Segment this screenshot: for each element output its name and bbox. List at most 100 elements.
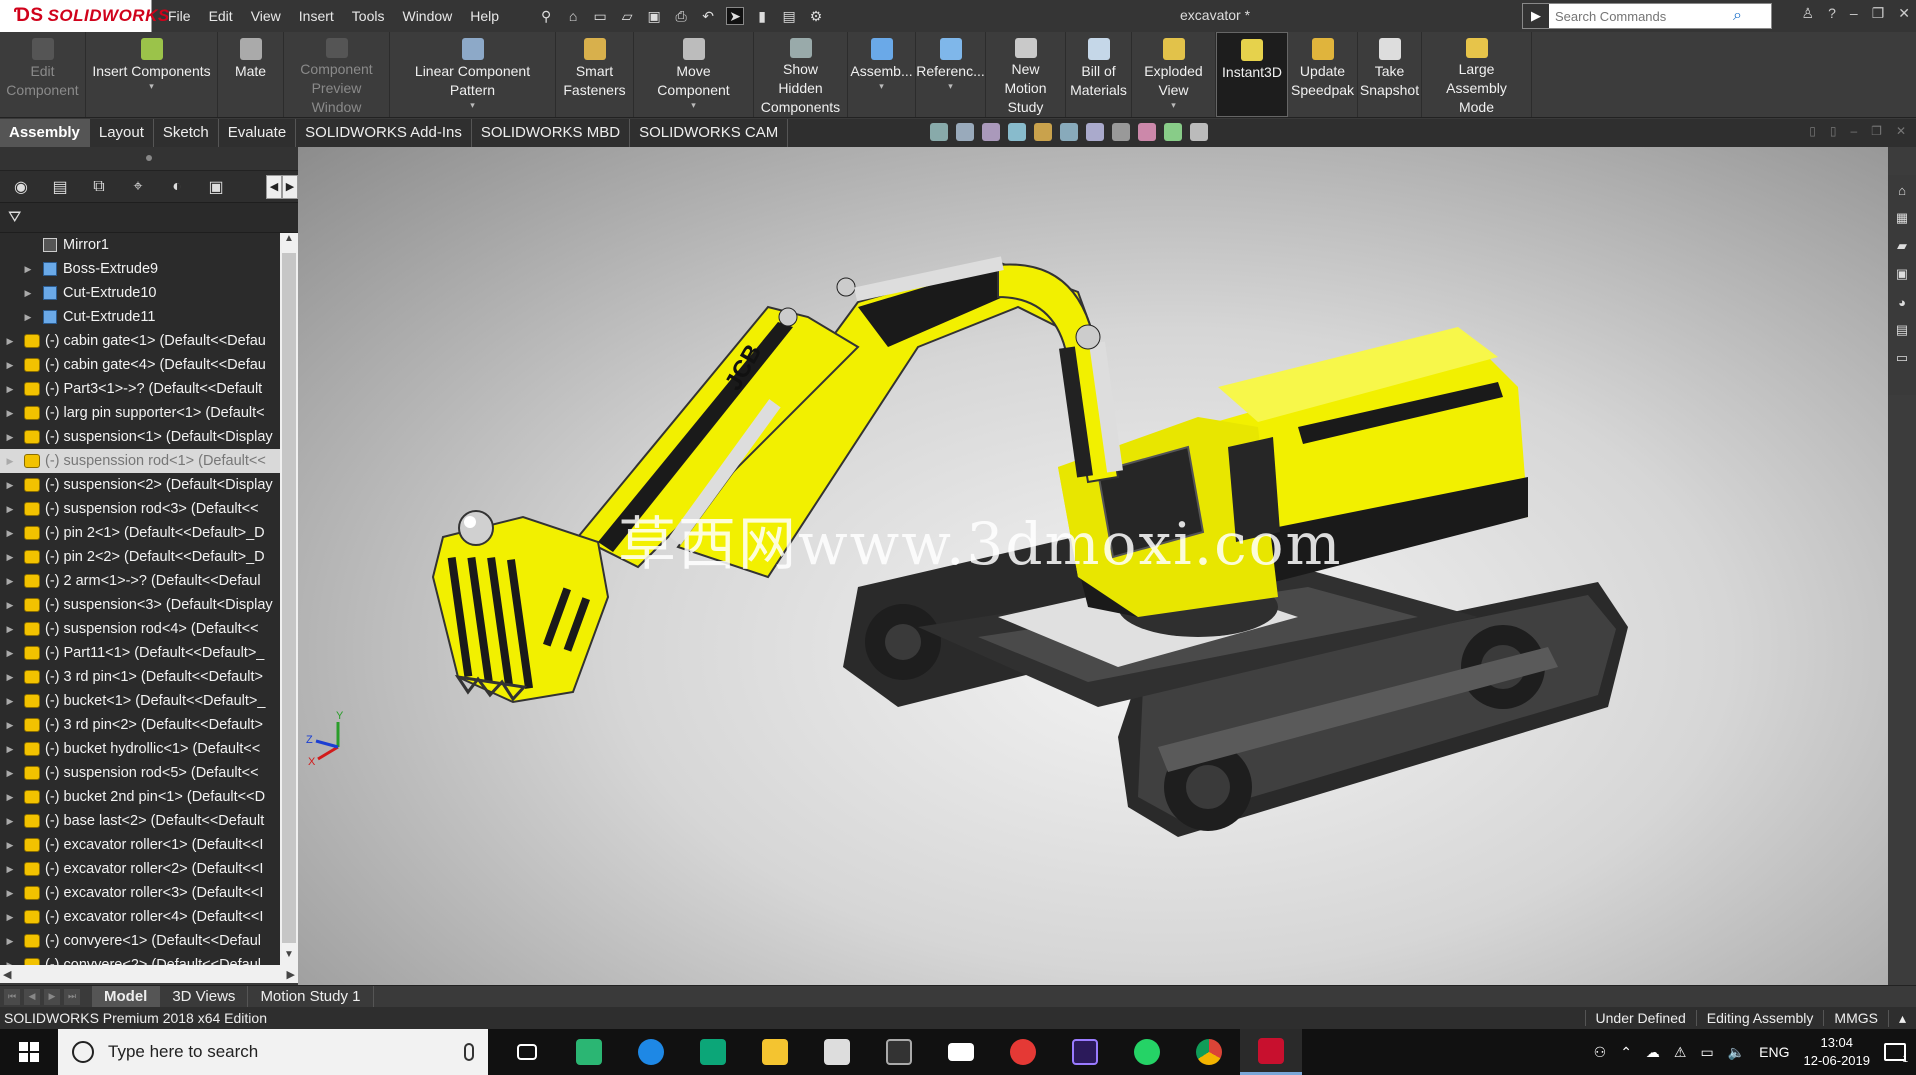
tree-row[interactable]: ▶ (-) Part3<1>->? (Default<<Default xyxy=(0,377,280,401)
dynamic-annotation-icon[interactable] xyxy=(1034,123,1052,141)
tree-row[interactable]: ▶ Boss-Extrude9 xyxy=(0,257,280,281)
tree-row[interactable]: ▶ (-) excavator roller<4> (Default<<I xyxy=(0,905,280,929)
print-icon[interactable]: ⎙ xyxy=(672,7,690,25)
tab-motion-study-1[interactable]: Motion Study 1 xyxy=(248,985,374,1008)
apply-scene-icon[interactable] xyxy=(1164,123,1182,141)
onedrive-icon[interactable]: ☁ xyxy=(1646,1044,1660,1061)
expand-arrow-icon[interactable]: ▶ xyxy=(3,336,17,347)
search-commands-input[interactable] xyxy=(1549,5,1729,27)
expand-arrow-icon[interactable]: ▶ xyxy=(3,816,17,827)
expand-arrow-icon[interactable]: ▶ xyxy=(3,792,17,803)
show-hidden-components-button[interactable]: Show Hidden Components xyxy=(754,32,848,117)
tree-row[interactable]: ▶ (-) convyere<1> (Default<<Defaul xyxy=(0,929,280,953)
whatsapp-button[interactable] xyxy=(1116,1029,1178,1075)
store-button[interactable] xyxy=(806,1029,868,1075)
solidworks-taskbar-button[interactable] xyxy=(1240,1029,1302,1075)
graphics-area[interactable]: JCB Y X Z 草西网www.3dmoxi.com xyxy=(298,147,1888,985)
language-indicator[interactable]: ENG xyxy=(1759,1044,1789,1060)
taskbar-search[interactable]: Type here to search xyxy=(58,1029,488,1075)
chevron-down-icon[interactable]: ▾ xyxy=(948,81,953,91)
expand-arrow-icon[interactable]: ▶ xyxy=(3,768,17,779)
tab-model[interactable]: Model xyxy=(92,985,161,1008)
hide-show-items-icon[interactable] xyxy=(1112,123,1130,141)
last-tab-icon[interactable]: ⏭ xyxy=(64,988,80,1005)
expand-arrow-icon[interactable]: ▶ xyxy=(3,696,17,707)
appearances-icon[interactable]: ◕ xyxy=(1893,293,1911,311)
expand-arrow-icon[interactable]: ▶ xyxy=(3,480,17,491)
units-selector[interactable]: MMGS xyxy=(1823,1010,1888,1026)
expand-arrow-icon[interactable]: ▶ xyxy=(3,912,17,923)
rebuild-icon[interactable]: ▮ xyxy=(753,7,771,25)
mate-button[interactable]: Mate xyxy=(218,32,284,117)
user-icon[interactable]: ♙ xyxy=(1802,5,1815,22)
menu-edit[interactable]: Edit xyxy=(209,8,233,24)
tree-row[interactable]: ▶ (-) suspension<1> (Default<Display xyxy=(0,425,280,449)
after-effects-button[interactable] xyxy=(1054,1029,1116,1075)
component-preview-window-button[interactable]: Component Preview Window xyxy=(284,32,390,117)
tree-row[interactable]: ▶ (-) suspension rod<4> (Default<< xyxy=(0,617,280,641)
move-component-button[interactable]: Move Component ▾ xyxy=(634,32,754,117)
scroll-left-arrow-icon[interactable]: ◀ xyxy=(3,968,11,981)
expand-arrow-icon[interactable]: ▶ xyxy=(21,312,35,323)
notification-center-icon[interactable]: 1 xyxy=(1884,1043,1908,1065)
chrome-button[interactable] xyxy=(1178,1029,1240,1075)
tree-row[interactable]: Mirror1 xyxy=(0,233,280,257)
expand-arrow-icon[interactable]: ▶ xyxy=(21,264,35,275)
show-hidden-icons-icon[interactable]: ⌃ xyxy=(1620,1044,1632,1061)
file-explorer-button[interactable] xyxy=(744,1029,806,1075)
expand-arrow-icon[interactable]: ▶ xyxy=(3,840,17,851)
tree-row[interactable]: ▶ (-) bucket 2nd pin<1> (Default<<D xyxy=(0,785,280,809)
tree-row[interactable]: ▶ (-) base last<2> (Default<<Default xyxy=(0,809,280,833)
solidworks-logo[interactable]: ƊS SOLIDWORKS xyxy=(0,0,169,32)
prev-tab-icon[interactable]: ◀ xyxy=(24,988,40,1005)
edge-button[interactable] xyxy=(620,1029,682,1075)
chevron-down-icon[interactable]: ▾ xyxy=(470,100,475,110)
volume-icon[interactable]: 🔈 xyxy=(1728,1044,1745,1061)
select-arrow-icon[interactable]: ➤ xyxy=(726,7,745,25)
tree-row[interactable]: ▶ (-) excavator roller<2> (Default<<I xyxy=(0,857,280,881)
tab-assembly[interactable]: Assembly xyxy=(0,119,90,147)
tree-row[interactable]: ▶ (-) Part11<1> (Default<<Default>_ xyxy=(0,641,280,665)
photos-button[interactable] xyxy=(682,1029,744,1075)
reference-geometry-button[interactable]: Referenc... ▾ xyxy=(916,32,986,117)
tree-row[interactable]: ▶ (-) suspension<2> (Default<Display xyxy=(0,473,280,497)
view-orientation-icon[interactable] xyxy=(1060,123,1078,141)
tree-row[interactable]: ▶ (-) 3 rd pin<2> (Default<<Default> xyxy=(0,713,280,737)
file-explorer-icon[interactable]: ▰ xyxy=(1893,237,1911,255)
expand-arrow-icon[interactable]: ▶ xyxy=(3,360,17,371)
tree-row[interactable]: ▶ (-) cabin gate<1> (Default<<Defau xyxy=(0,329,280,353)
instant3d-button[interactable]: Instant3D xyxy=(1216,32,1288,117)
menu-insert[interactable]: Insert xyxy=(299,8,334,24)
microphone-icon[interactable] xyxy=(464,1043,474,1061)
clock[interactable]: 13:04 12-06-2019 xyxy=(1804,1034,1871,1070)
expand-arrow-icon[interactable]: ▶ xyxy=(3,744,17,755)
tree-row[interactable]: ▶ (-) suspension<3> (Default<Display xyxy=(0,593,280,617)
tab-sketch[interactable]: Sketch xyxy=(154,119,219,147)
expand-arrow-icon[interactable]: ▶ xyxy=(3,624,17,635)
search-commands[interactable]: ▶ ⌕ xyxy=(1522,3,1772,29)
configuration-manager-tab-icon[interactable]: ⧉ xyxy=(86,174,112,200)
scroll-left-icon[interactable]: ◀ xyxy=(266,174,282,199)
zoom-to-fit-icon[interactable] xyxy=(930,123,948,141)
display-style-icon[interactable] xyxy=(1086,123,1104,141)
units-up-icon[interactable]: ▴ xyxy=(1887,1009,1916,1027)
tree-row[interactable]: ▶ Cut-Extrude10 xyxy=(0,281,280,305)
view-palette-icon[interactable]: ▣ xyxy=(1893,265,1911,283)
close-icon[interactable]: ✕ xyxy=(1898,5,1910,22)
doc-restore-icon[interactable]: ❐ xyxy=(1871,124,1882,138)
previous-view-icon[interactable] xyxy=(982,123,1000,141)
scroll-thumb[interactable] xyxy=(282,253,296,943)
menu-file[interactable]: File xyxy=(168,8,191,24)
cam-tab-icon[interactable]: ▣ xyxy=(203,174,229,200)
tab-mbd[interactable]: SOLIDWORKS MBD xyxy=(472,119,631,147)
solidworks-forum-icon[interactable]: ▭ xyxy=(1893,349,1911,367)
restore-icon[interactable]: ❐ xyxy=(1872,5,1885,22)
pin-icon[interactable]: ⚲ xyxy=(537,7,555,25)
chevron-down-icon[interactable]: ▾ xyxy=(879,81,884,91)
expand-arrow-icon[interactable]: ▶ xyxy=(3,408,17,419)
file-properties-icon[interactable]: ▤ xyxy=(780,7,798,25)
doc-close-icon[interactable]: ✕ xyxy=(1896,124,1906,138)
expand-arrow-icon[interactable]: ▶ xyxy=(3,888,17,899)
expand-arrow-icon[interactable]: ▶ xyxy=(3,504,17,515)
app-launcher-button[interactable] xyxy=(558,1029,620,1075)
